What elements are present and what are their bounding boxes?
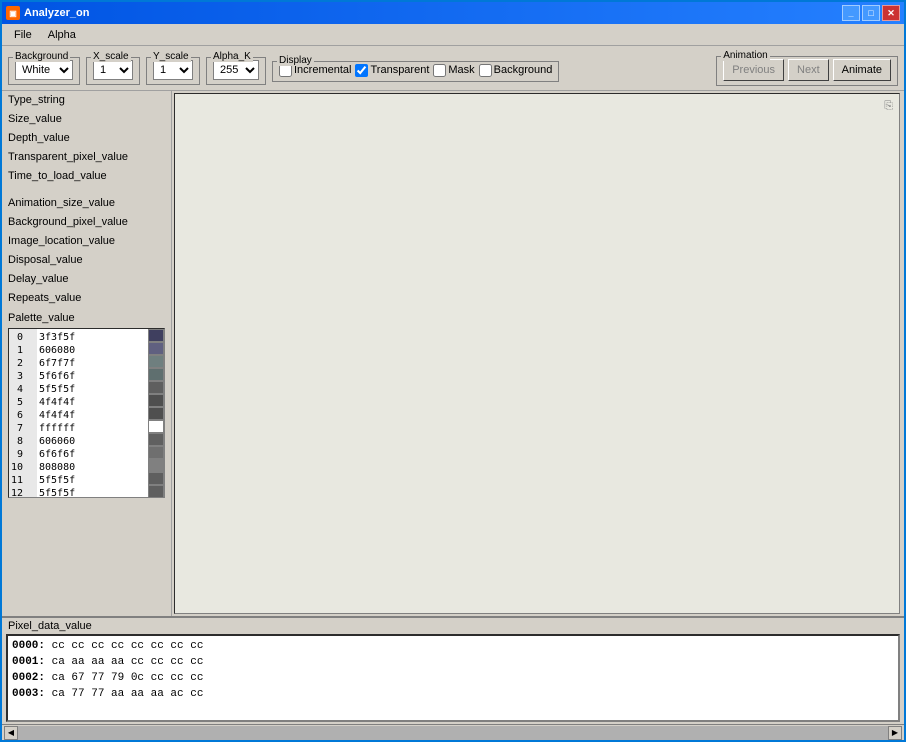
pixel-data-box[interactable]: 0000: cc cc cc cc cc cc cc cc0001: ca aa… [6,634,900,722]
pixel-row: 0003: ca 77 77 aa aa aa ac cc [12,686,894,702]
window-controls: _ □ ✕ [842,5,900,21]
window-title: Analyzer_on [24,7,842,19]
close-button[interactable]: ✕ [882,5,900,21]
alpha-k-group: Alpha_K 2551280 [206,57,266,85]
background-select[interactable]: White Black Gray [15,60,73,80]
y-scale-select[interactable]: 1234 [153,60,193,80]
scroll-track[interactable] [18,726,888,740]
scroll-left-arrow[interactable]: ◀ [4,726,18,740]
x-scale-group: X_scale 1234 [86,57,140,85]
mask-checkbox-label[interactable]: Mask [433,64,474,77]
maximize-button[interactable]: □ [862,5,880,21]
toolbar: Background White Black Gray X_scale 1234… [2,46,904,91]
animation-size-field: Animation_size_value [2,194,171,213]
delay-field: Delay_value [2,270,171,289]
animation-group: Animation Previous Next Animate [716,56,898,86]
display-group: Display Incremental Transparent Mask Bac… [272,61,559,82]
minimize-button[interactable]: _ [842,5,860,21]
background-checkbox[interactable] [479,64,492,77]
pixel-addr: 0001: [12,656,45,668]
pixel-row: 0000: cc cc cc cc cc cc cc cc [12,638,894,654]
palette-swatch-4 [148,381,164,394]
menu-alpha[interactable]: Alpha [40,27,84,43]
palette-section: Palette_value 0 1 2 3 4 5 6 7 8 9 10 11 … [2,308,171,616]
mask-checkbox[interactable] [433,64,446,77]
palette-swatch-8 [148,433,164,446]
palette-swatch-3 [148,368,164,381]
palette-label: Palette_value [8,312,165,324]
main-body: Type_string Size_value Depth_value Trans… [2,91,904,616]
palette-swatch-1 [148,342,164,355]
pixel-data-wrapper: Pixel_data_value 0000: cc cc cc cc cc cc… [2,616,904,740]
background-checkbox-label[interactable]: Background [479,64,553,77]
y-scale-group: Y_scale 1234 [146,57,200,85]
menu-bar: File Alpha [2,24,904,46]
scroll-right-arrow[interactable]: ▶ [888,726,902,740]
title-bar: ▣ Analyzer_on _ □ ✕ [2,2,904,24]
palette-swatch-6 [148,407,164,420]
x-scale-select[interactable]: 1234 [93,60,133,80]
background-group: Background White Black Gray [8,57,80,85]
time-to-load-field: Time_to_load_value [2,167,171,186]
palette-indices: 0 1 2 3 4 5 6 7 8 9 10 11 12 13 14 15 [9,329,37,497]
transparent-label: Transparent [370,64,429,76]
horizontal-scrollbar[interactable]: ◀ ▶ [2,724,904,740]
palette-swatch-0 [148,329,164,342]
animation-label: Animation [721,50,769,61]
main-window: ▣ Analyzer_on _ □ ✕ File Alpha Backgroun… [0,0,906,742]
mask-label: Mask [448,64,474,76]
alpha-k-label: Alpha_K [211,51,253,62]
repeats-field: Repeats_value [2,289,171,308]
display-label: Display [277,55,314,66]
pixel-data-label: Pixel_data_value [2,618,904,634]
image-location-field: Image_location_value [2,232,171,251]
pixel-addr: 0000: [12,640,45,652]
pixel-row: 0001: ca aa aa aa cc cc cc cc [12,654,894,670]
palette-swatch-5 [148,394,164,407]
pixel-addr: 0002: [12,672,45,684]
background-pixel-field: Background_pixel_value [2,213,171,232]
size-value-field: Size_value [2,110,171,129]
palette-swatch-2 [148,355,164,368]
info-panel: Type_string Size_value Depth_value Trans… [2,91,172,616]
animate-button[interactable]: Animate [833,59,891,81]
palette-swatch-9 [148,446,164,459]
menu-file[interactable]: File [6,27,40,43]
palette-swatch-7 [148,420,164,433]
next-button[interactable]: Next [788,59,829,81]
y-scale-label: Y_scale [151,51,191,62]
depth-value-field: Depth_value [2,129,171,148]
palette-container[interactable]: 0 1 2 3 4 5 6 7 8 9 10 11 12 13 14 15 3f… [8,328,165,498]
transparent-checkbox[interactable] [355,64,368,77]
palette-swatch-11 [148,472,164,485]
image-preview-area[interactable]: ⎘ [174,93,900,614]
palette-swatch-12 [148,485,164,498]
type-string-field: Type_string [2,91,171,110]
disposal-field: Disposal_value [2,251,171,270]
palette-swatch-10 [148,459,164,472]
alpha-k-select[interactable]: 2551280 [213,60,259,80]
copy-icon: ⎘ [884,100,893,113]
section-divider-1 [2,186,171,194]
transparent-pixel-field: Transparent_pixel_value [2,148,171,167]
palette-hexes: 3f3f5f 606080 6f7f7f 5f6f6f 5f5f5f 4f4f4… [37,329,148,497]
pixel-row: 0002: ca 67 77 79 0c cc cc cc [12,670,894,686]
center-right: ⎘ [172,91,904,616]
incremental-label: Incremental [294,64,351,76]
app-icon: ▣ [6,6,20,20]
palette-colors [148,329,164,497]
background-label: Background [13,51,70,62]
x-scale-label: X_scale [91,51,131,62]
pixel-addr: 0003: [12,688,45,700]
previous-button[interactable]: Previous [723,59,784,81]
background-chk-label: Background [494,64,553,76]
transparent-checkbox-label[interactable]: Transparent [355,64,429,77]
